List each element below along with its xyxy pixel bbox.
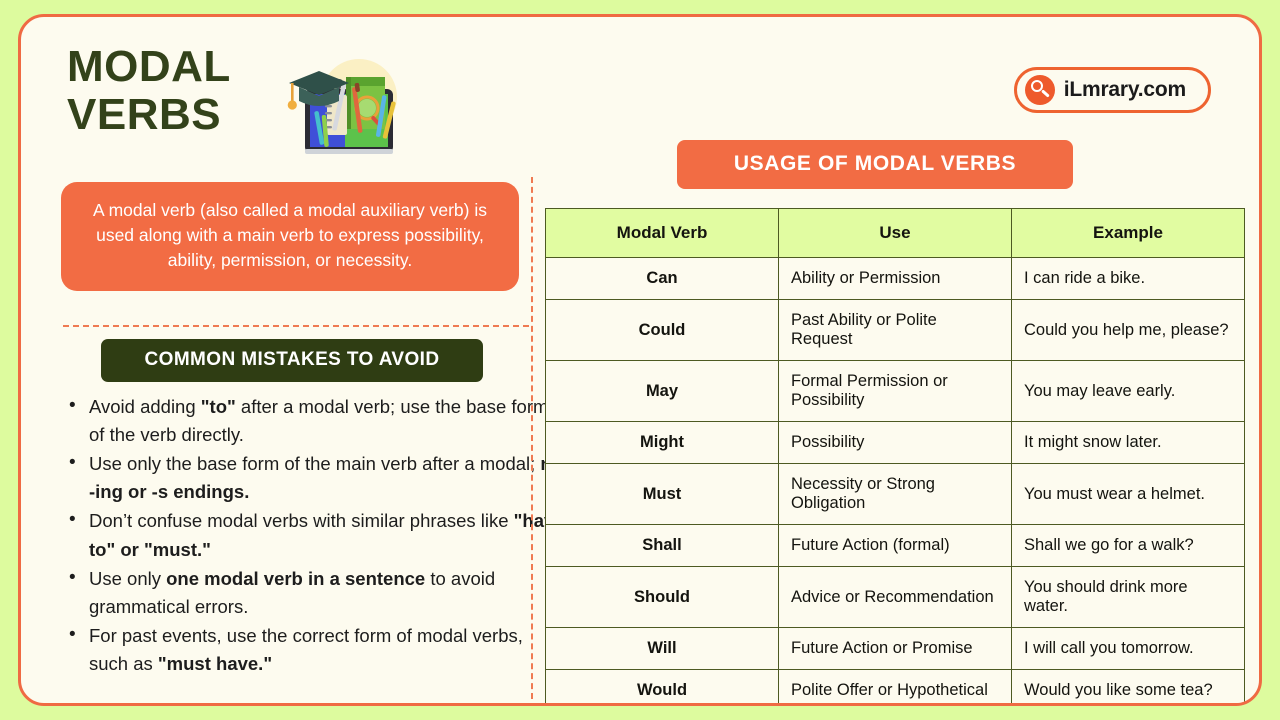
cell-modal-verb: May xyxy=(545,360,779,422)
cell-use: Necessity or Strong Obligation xyxy=(778,463,1012,525)
column-header-example: Example xyxy=(1011,208,1245,258)
table-header-row: Modal Verb Use Example xyxy=(545,208,1245,258)
cell-example: You may leave early. xyxy=(1011,360,1245,422)
horizontal-divider xyxy=(63,325,529,327)
list-item: Use only the base form of the main verb … xyxy=(69,449,565,506)
table-row: Might Possibility It might snow later. xyxy=(545,421,1245,464)
cell-modal-verb: Would xyxy=(545,669,779,703)
cell-use: Past Ability or Polite Request xyxy=(778,299,1012,361)
usage-banner: USAGE OF MODAL VERBS xyxy=(677,140,1073,189)
cell-use: Future Action (formal) xyxy=(778,524,1012,567)
brand-logo[interactable]: iLmrary.com xyxy=(1013,67,1211,113)
column-header-modal-verb: Modal Verb xyxy=(545,208,779,258)
cell-modal-verb: Could xyxy=(545,299,779,361)
table-row: Will Future Action or Promise I will call … xyxy=(545,627,1245,670)
cell-example: I can ride a bike. xyxy=(1011,257,1245,300)
column-header-use: Use xyxy=(778,208,1012,258)
cell-modal-verb: Shall xyxy=(545,524,779,567)
cell-modal-verb: Must xyxy=(545,463,779,525)
table-row: Could Past Ability or Polite Request Could… xyxy=(545,299,1245,361)
cell-use: Advice or Recommendation xyxy=(778,566,1012,628)
table-row: Can Ability or Permission I can ride a bik… xyxy=(545,257,1245,300)
cell-example: Would you like some tea? xyxy=(1011,669,1245,703)
cell-example: Could you help me, please? xyxy=(1011,299,1245,361)
right-column: USAGE OF MODAL VERBS Modal Verb Use Exam… xyxy=(545,125,1245,703)
list-item: Use only one modal verb in a sentence to… xyxy=(69,564,565,621)
table-row: Should Advice or Recommendation You should… xyxy=(545,566,1245,628)
list-item: Avoid adding "to" after a modal verb; us… xyxy=(69,392,565,449)
left-column: A modal verb (also called a modal auxili… xyxy=(47,167,565,703)
cell-example: You must wear a helmet. xyxy=(1011,463,1245,525)
cell-modal-verb: Will xyxy=(545,627,779,670)
cell-use: Ability or Permission xyxy=(778,257,1012,300)
list-item: Don’t confuse modal verbs with similar p… xyxy=(69,506,565,563)
table-row: Would Polite Offer or Hypothetical Would y… xyxy=(545,669,1245,703)
list-item: For past events, use the correct form of… xyxy=(69,621,565,678)
cell-use: Possibility xyxy=(778,421,1012,464)
title-block: MODAL VERBS xyxy=(67,43,297,138)
vertical-divider xyxy=(531,177,533,699)
cell-modal-verb: Can xyxy=(545,257,779,300)
table-row: Must Necessity or Strong Obligation You mu… xyxy=(545,463,1245,525)
cell-modal-verb: Might xyxy=(545,421,779,464)
cell-example: I will call you tomorrow. xyxy=(1011,627,1245,670)
magnifier-icon xyxy=(1024,75,1055,105)
cell-use: Formal Permission or Possibility xyxy=(778,360,1012,422)
common-mistakes-heading: COMMON MISTAKES TO AVOID xyxy=(101,339,483,382)
table-row: May Formal Permission or Possibility You m… xyxy=(545,360,1245,422)
common-mistakes-list: Avoid adding "to" after a modal verb; us… xyxy=(57,392,565,679)
cell-modal-verb: Should xyxy=(545,566,779,628)
page-title: MODAL VERBS xyxy=(67,42,231,139)
cell-use: Polite Offer or Hypothetical xyxy=(778,669,1012,703)
definition-box: A modal verb (also called a modal auxili… xyxy=(61,182,519,291)
usage-table: Modal Verb Use Example Can Ability or Per… xyxy=(545,208,1245,703)
brand-name: iLmrary.com xyxy=(1063,78,1186,101)
table-row: Shall Future Action (formal) Shall we go f… xyxy=(545,524,1245,567)
cell-example: It might snow later. xyxy=(1011,421,1245,464)
study-supplies-illustration xyxy=(283,49,419,161)
table-body: Can Ability or Permission I can ride a bik… xyxy=(545,257,1245,703)
cell-use: Future Action or Promise xyxy=(778,627,1012,670)
cell-example: You should drink more water. xyxy=(1011,566,1245,628)
cell-example: Shall we go for a walk? xyxy=(1011,524,1245,567)
poster-card: MODAL VERBS iLmrary.com A modal verb (al… xyxy=(18,14,1262,706)
